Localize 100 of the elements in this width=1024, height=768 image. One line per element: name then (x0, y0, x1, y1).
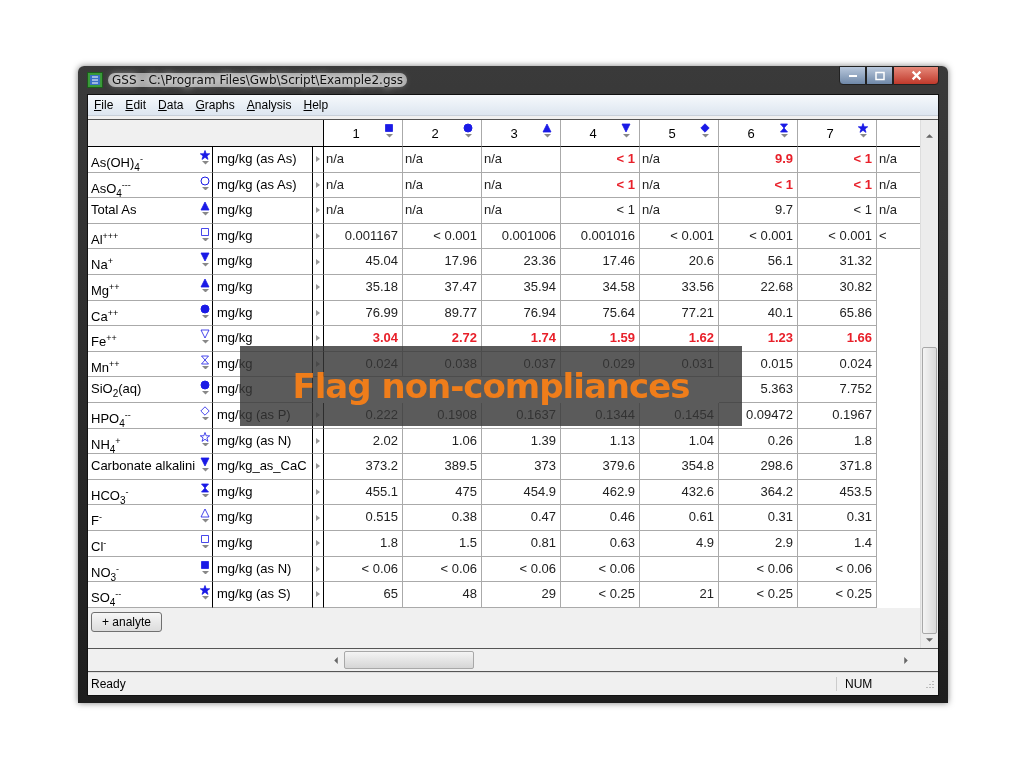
triangle-down-icon (621, 123, 631, 133)
column-header[interactable]: 4 (561, 120, 640, 147)
unit-cell: mg/kg (213, 530, 313, 557)
row-arrow-icon[interactable] (316, 181, 320, 188)
circle-icon (200, 303, 210, 314)
unit-cell: mg/kg (as S) (213, 582, 313, 608)
square-icon (200, 559, 210, 570)
scroll-thumb[interactable] (344, 651, 474, 669)
hourglass-icon (779, 123, 789, 133)
resize-grip-icon[interactable] (925, 679, 935, 689)
menu-item[interactable]: Data (152, 98, 190, 112)
row-arrow-icon[interactable] (316, 233, 320, 240)
table-cell: 17.96 (403, 249, 482, 275)
star-icon (200, 150, 210, 160)
scroll-left-icon[interactable] (334, 656, 338, 664)
table-cell: 29 (482, 582, 561, 608)
table-cell: 4.9 (640, 530, 719, 557)
row-arrow-icon[interactable] (316, 514, 320, 521)
table-cell: n/a (482, 198, 561, 224)
table-cell: 21 (640, 582, 719, 608)
vertical-scrollbar[interactable] (920, 120, 938, 648)
column-header[interactable]: 3 (482, 120, 561, 147)
table-cell: < 0.001 (403, 223, 482, 250)
row-arrow-icon[interactable] (316, 309, 320, 316)
table-cell: 0.61 (640, 505, 719, 531)
table-cell: 0.26 (719, 428, 798, 455)
menu-item[interactable]: Graphs (189, 98, 241, 112)
triangle-down-icon (200, 329, 210, 340)
table-cell: 0.31 (719, 505, 798, 531)
menu-item[interactable]: Edit (119, 98, 153, 112)
maximize-button[interactable] (866, 66, 893, 85)
table-cell: 48 (403, 582, 482, 608)
triangle-up-icon (200, 201, 210, 212)
row-arrow-icon[interactable] (316, 284, 320, 291)
caret-icon[interactable] (201, 186, 209, 191)
table-cell: 354.8 (640, 454, 719, 480)
star-icon (858, 123, 868, 133)
scroll-thumb[interactable] (922, 347, 937, 634)
table-cell: < 0.06 (561, 556, 640, 583)
column-header[interactable] (877, 120, 920, 147)
table-cell: 364.2 (719, 479, 798, 506)
table-cell: < 0.001 (719, 223, 798, 250)
scroll-down-icon[interactable] (926, 638, 933, 642)
caret-icon[interactable] (201, 237, 209, 242)
add-analyte-button[interactable]: + analyte (91, 611, 163, 632)
column-header[interactable]: 5 (640, 120, 719, 147)
close-icon (910, 70, 922, 81)
table-cell: 17.46 (561, 249, 640, 275)
close-button[interactable] (893, 66, 939, 85)
triangle-down-icon (200, 252, 210, 263)
row-arrow-icon[interactable] (316, 463, 320, 470)
unit-cell: mg/kg_as_CaC (213, 454, 313, 480)
menu-item[interactable]: Help (297, 98, 335, 112)
column-header[interactable]: 2 (403, 120, 482, 147)
table-cell: 77.21 (640, 300, 719, 327)
menu-item[interactable]: File (88, 98, 120, 112)
scroll-up-icon[interactable] (926, 134, 933, 138)
square-icon (384, 123, 394, 133)
caret-icon[interactable] (201, 442, 209, 447)
row-arrow-icon[interactable] (316, 258, 320, 265)
caret-icon[interactable] (201, 416, 209, 421)
table-cell: < 0.06 (482, 556, 561, 583)
table-cell: 298.6 (719, 454, 798, 480)
column-header[interactable]: 6 (719, 120, 798, 147)
scroll-right-icon[interactable] (904, 656, 908, 664)
column-header[interactable]: 7 (798, 120, 877, 147)
analyte-name: Cl$^{-}$ (91, 536, 107, 556)
row-arrow-icon[interactable] (316, 335, 320, 342)
row-arrow-icon[interactable] (316, 591, 320, 598)
row-arrow-icon[interactable] (316, 565, 320, 572)
column-header[interactable]: 1 (324, 120, 403, 147)
table-cell: 34.58 (561, 274, 640, 301)
table-cell: 0.001167 (324, 223, 403, 250)
menu-item[interactable]: Analysis (240, 98, 298, 112)
caret-icon[interactable] (201, 340, 209, 344)
star-icon (200, 431, 210, 442)
row-arrow-icon[interactable] (316, 489, 320, 495)
caret-icon[interactable] (201, 519, 209, 523)
table-cell: 35.94 (482, 274, 561, 301)
row-arrow-icon[interactable] (316, 437, 320, 444)
triangle-down-icon (200, 457, 210, 468)
row-arrow-icon[interactable] (316, 540, 320, 547)
table-cell: < 1 (561, 147, 640, 173)
table-cell: < 1 (798, 198, 877, 224)
caret-icon[interactable] (201, 544, 209, 549)
caret-icon[interactable] (201, 365, 209, 370)
row-arrow-icon[interactable] (316, 207, 320, 214)
table-cell: 1.39 (482, 428, 561, 455)
table-cell: < 1 (798, 172, 877, 199)
caret-icon[interactable] (385, 134, 393, 138)
table-cell: 0.63 (561, 530, 640, 557)
maximize-icon (874, 70, 885, 81)
unit-cell: mg/kg (213, 479, 313, 506)
horizontal-scrollbar[interactable] (88, 648, 938, 671)
table-cell: 1.66 (798, 326, 877, 352)
row-arrow-icon[interactable] (316, 156, 320, 163)
table-cell: 373.2 (324, 454, 403, 480)
table-cell: 22.68 (719, 274, 798, 301)
unit-cell: mg/kg (213, 300, 313, 327)
minimize-button[interactable] (839, 66, 866, 85)
